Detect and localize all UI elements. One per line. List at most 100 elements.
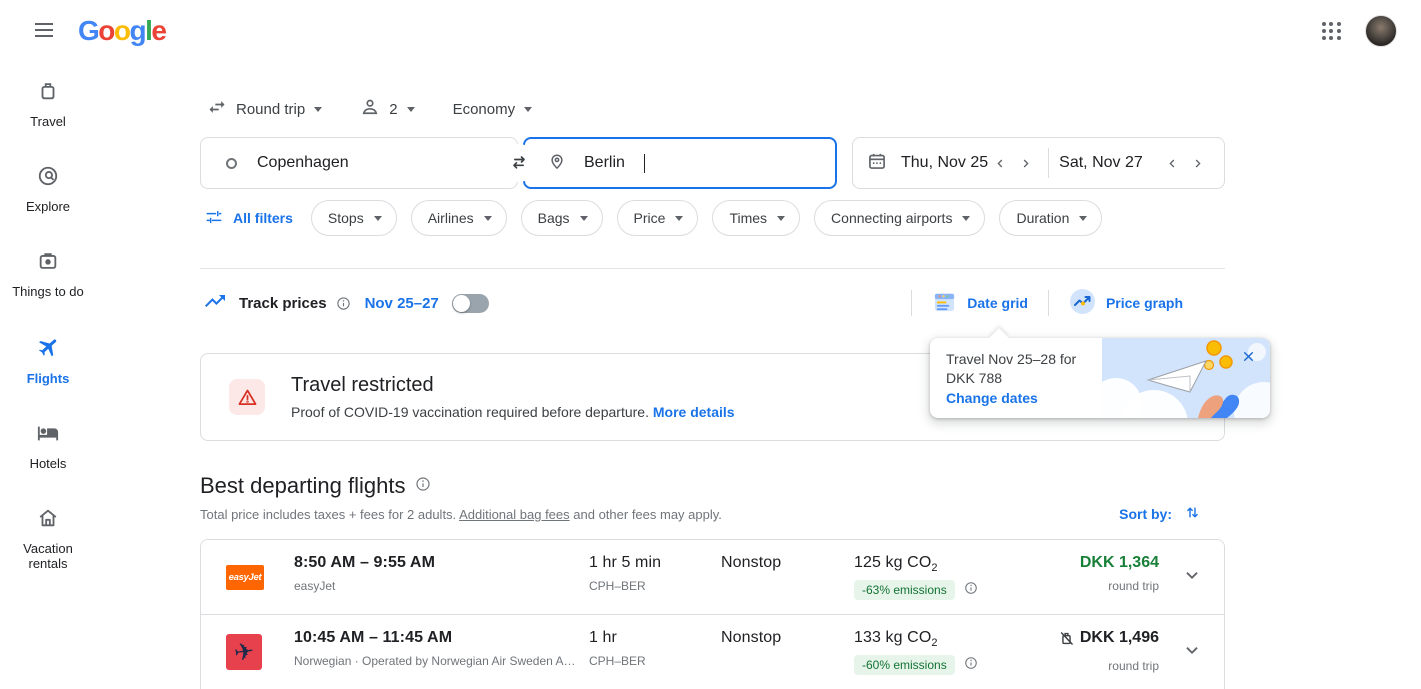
flight-price: DKK 1,496 (1058, 629, 1159, 647)
track-prices-row: Track prices Nov 25–27 Date grid (200, 286, 1225, 320)
filter-chip-times[interactable]: Times (712, 200, 800, 236)
dates-field: Thu, Nov 25 Sat, Nov 27 (852, 137, 1225, 189)
avatar[interactable] (1365, 15, 1397, 47)
chevron-down-icon (962, 216, 970, 221)
sidebar-item-things-to-do[interactable]: Things to do (4, 250, 92, 299)
departure-date-next-button[interactable] (1013, 157, 1038, 170)
filter-chip-price[interactable]: Price (617, 200, 699, 236)
sidebar-item-travel[interactable]: Travel (4, 80, 92, 129)
expand-flight-button[interactable] (1159, 564, 1224, 591)
top-bar: Google (0, 0, 1421, 62)
flight-row-norwegian[interactable]: ✈ 10:45 AM – 11:45 AM Norwegian · Operat… (201, 615, 1224, 689)
search-controls: Round trip 2 Economy (200, 95, 1225, 123)
results-subtitle: Total price includes taxes + fees for 2 … (200, 507, 1225, 522)
carrier-info: Norwegian · Operated by Norwegian Air Sw… (294, 654, 579, 668)
chevron-down-icon (314, 107, 322, 112)
info-icon[interactable] (336, 296, 351, 311)
norwegian-logo: ✈ (226, 634, 262, 670)
chevron-down-icon (1079, 216, 1087, 221)
sort-arrows-icon (1184, 504, 1201, 524)
google-logo[interactable]: Google (78, 17, 165, 45)
sidebar-item-hotels[interactable]: Hotels (4, 422, 92, 471)
swap-origin-destination-button[interactable] (500, 144, 538, 182)
search-fields: Copenhagen Berlin Thu, Nov 25 (200, 137, 1225, 189)
topbar-right (1322, 15, 1397, 47)
co2-value: 125 kg CO2 (854, 554, 1039, 574)
price-note: round trip (1039, 579, 1159, 593)
results-header: Best departing flights Total price inclu… (200, 473, 1225, 522)
track-prices-date-range[interactable]: Nov 25–27 (365, 295, 439, 312)
popup-text: Travel Nov 25–28 for DKK 788 (946, 350, 1106, 388)
sidebar-item-vacation-rentals[interactable]: Vacation rentals (4, 507, 92, 571)
popup-close-button[interactable] (1236, 346, 1260, 370)
warning-title: Travel restricted (291, 374, 735, 397)
track-prices-toggle[interactable] (452, 294, 489, 313)
passengers-dropdown[interactable]: 2 (360, 97, 414, 121)
price-graph-button[interactable]: Price graph (1049, 288, 1203, 318)
additional-bag-fees-link[interactable]: Additional bag fees (459, 507, 570, 522)
price-suggestion-popup: Travel Nov 25–28 for DKK 788 Change date… (930, 338, 1270, 418)
flight-icon (36, 335, 60, 364)
filters-row: All filters Stops Airlines Bags Price Ti… (200, 200, 1225, 236)
sort-by-button[interactable]: Sort by: (1119, 504, 1201, 524)
section-divider (200, 268, 1225, 269)
return-date-previous-button[interactable] (1160, 157, 1185, 170)
departure-date-previous-button[interactable] (988, 157, 1013, 170)
date-grid-icon (932, 289, 957, 317)
cabin-class-dropdown[interactable]: Economy (453, 101, 533, 118)
emissions-cell: 125 kg CO2 -63% emissions (854, 540, 1039, 600)
text-cursor (644, 154, 646, 173)
origin-value: Copenhagen (257, 154, 349, 172)
sidebar-item-flights[interactable]: Flights (4, 335, 92, 386)
destination-value: Berlin (584, 154, 625, 172)
return-date-field[interactable]: Sat, Nov 27 (1059, 138, 1210, 188)
filter-chip-airlines[interactable]: Airlines (411, 200, 507, 236)
google-apps-icon[interactable] (1322, 22, 1341, 41)
chevron-down-icon (1181, 639, 1203, 666)
camera-icon (37, 250, 59, 277)
return-date-next-button[interactable] (1185, 157, 1210, 170)
easyjet-logo: easyJet (226, 565, 264, 590)
sidebar-item-explore[interactable]: Explore (4, 165, 92, 214)
stops-cell: Nonstop (721, 540, 854, 572)
trip-type-dropdown[interactable]: Round trip (207, 97, 322, 121)
info-icon[interactable] (415, 476, 431, 497)
expand-flight-button[interactable] (1159, 639, 1224, 666)
info-icon[interactable] (964, 581, 978, 600)
flight-route: CPH–BER (589, 654, 721, 668)
departure-date-field[interactable]: Thu, Nov 25 (867, 138, 1038, 188)
filter-chip-duration[interactable]: Duration (999, 200, 1102, 236)
price-cell: DKK 1,496 round trip (1039, 615, 1159, 673)
chevron-down-icon (524, 107, 532, 112)
person-icon (360, 97, 380, 121)
stops-value: Nonstop (721, 629, 854, 647)
date-grid-button[interactable]: Date grid (912, 289, 1048, 317)
filter-chip-bags[interactable]: Bags (521, 200, 603, 236)
swap-icon (509, 152, 529, 175)
flight-times: 10:45 AM – 11:45 AM (294, 629, 589, 647)
all-filters-button[interactable]: All filters (205, 208, 293, 229)
info-icon[interactable] (964, 656, 978, 675)
location-pin-icon (548, 152, 566, 175)
origin-field[interactable]: Copenhagen (200, 137, 518, 189)
flight-row-easyjet[interactable]: easyJet 8:50 AM – 9:55 AM easyJet 1 hr 5… (201, 540, 1224, 615)
main-content: Round trip 2 Economy Copenhagen (200, 62, 1225, 689)
emissions-badge: -63% emissions (854, 580, 955, 600)
luggage-icon (37, 80, 59, 107)
tune-icon (205, 208, 223, 229)
close-icon (1242, 350, 1255, 366)
price-note: round trip (1039, 659, 1159, 673)
destination-field[interactable]: Berlin (523, 137, 837, 189)
emissions-badge: -60% emissions (854, 655, 955, 675)
house-icon (37, 507, 59, 534)
co2-value: 133 kg CO2 (854, 629, 1039, 649)
return-date-value: Sat, Nov 27 (1059, 154, 1143, 172)
flight-times-cell: 10:45 AM – 11:45 AM Norwegian · Operated… (294, 615, 589, 668)
chevron-down-icon (777, 216, 785, 221)
hamburger-menu-button[interactable] (24, 11, 64, 51)
filter-chip-connecting-airports[interactable]: Connecting airports (814, 200, 985, 236)
warning-icon (229, 379, 265, 415)
more-details-link[interactable]: More details (653, 404, 735, 420)
filter-chip-stops[interactable]: Stops (311, 200, 397, 236)
change-dates-link[interactable]: Change dates (946, 390, 1038, 406)
